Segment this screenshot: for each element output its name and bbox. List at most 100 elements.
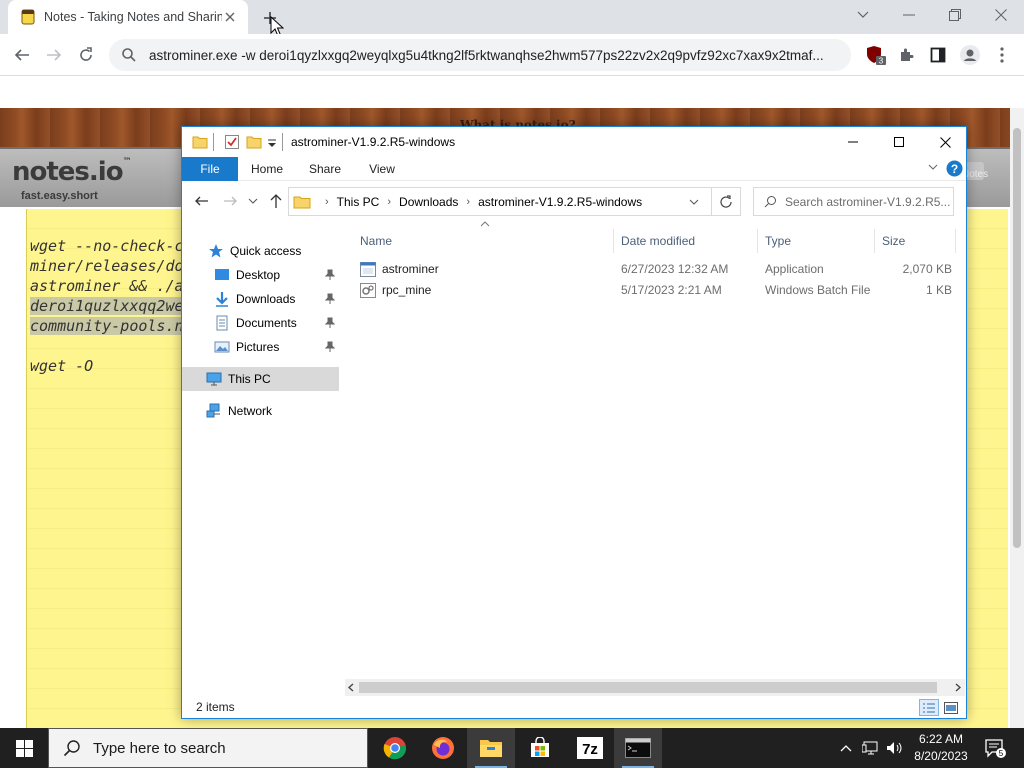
extensions-puzzle-icon[interactable] xyxy=(892,41,920,69)
note-line-selected: community-pools.n xyxy=(30,317,184,335)
column-header-type[interactable]: Type xyxy=(757,229,875,253)
file-name: rpc_mine xyxy=(382,283,432,297)
microsoft-store-taskbar-icon[interactable] xyxy=(516,728,564,768)
nav-downloads[interactable]: Downloads xyxy=(182,287,339,311)
expand-ribbon-icon[interactable] xyxy=(928,164,938,170)
folder-icon xyxy=(192,134,208,150)
windows-start-icon[interactable] xyxy=(0,728,48,768)
explorer-forward-icon[interactable] xyxy=(222,193,238,209)
7zip-taskbar-icon[interactable]: 7z xyxy=(566,728,614,768)
chrome-taskbar-icon[interactable] xyxy=(371,728,419,768)
file-row[interactable]: rpc_mine 5/17/2023 2:21 AM Windows Batch… xyxy=(352,280,952,301)
nav-pictures[interactable]: Pictures xyxy=(182,335,339,359)
close-window-button[interactable] xyxy=(978,0,1024,30)
address-row: › This PC › Downloads › astrominer-V1.9.… xyxy=(182,181,966,221)
explorer-back-icon[interactable] xyxy=(194,193,210,209)
ribbon-tab-home[interactable]: Home xyxy=(242,157,292,181)
tab-search-icon[interactable] xyxy=(840,0,886,30)
explorer-window-title: astrominer-V1.9.2.R5-windows xyxy=(291,135,456,149)
browser-toolbar: astrominer.exe -w deroi1qyzlxxgq2weyqlxg… xyxy=(0,34,1024,76)
nav-this-pc[interactable]: This PC xyxy=(182,367,339,391)
notes-favicon-icon xyxy=(20,9,36,25)
nav-desktop[interactable]: Desktop xyxy=(182,263,339,287)
column-header-name[interactable]: Name xyxy=(352,229,614,253)
tab-close-icon[interactable] xyxy=(222,9,238,25)
minimize-button[interactable] xyxy=(886,0,932,30)
notes-logo[interactable]: notes.io™ xyxy=(12,157,132,187)
ribbon-tab-share[interactable]: Share xyxy=(300,157,350,181)
pin-icon[interactable] xyxy=(325,293,335,305)
title-divider xyxy=(213,133,214,151)
pin-icon[interactable] xyxy=(325,341,335,353)
reload-button[interactable] xyxy=(72,41,100,69)
horizontal-scroll-thumb[interactable] xyxy=(359,682,937,693)
properties-icon[interactable] xyxy=(224,134,240,150)
pin-icon[interactable] xyxy=(325,269,335,281)
ribbon-tab-file[interactable]: File xyxy=(182,157,238,181)
network-icon xyxy=(206,403,222,419)
explorer-minimize-button[interactable] xyxy=(830,127,876,157)
file-row[interactable]: astrominer 6/27/2023 12:32 AM Applicatio… xyxy=(352,259,952,280)
terminal-taskbar-icon[interactable] xyxy=(614,728,662,768)
firefox-taskbar-icon[interactable] xyxy=(419,728,467,768)
ribbon-tab-view[interactable]: View xyxy=(357,157,407,181)
ublock-extension-icon[interactable]: 3 xyxy=(862,41,890,69)
side-panel-icon[interactable] xyxy=(924,41,952,69)
refresh-button[interactable] xyxy=(712,187,741,216)
address-history-dropdown-icon[interactable] xyxy=(689,195,703,209)
pictures-icon xyxy=(214,339,230,355)
explorer-close-button[interactable] xyxy=(922,127,968,157)
taskbar-clock[interactable]: 6:22 AM 8/20/2023 xyxy=(906,731,976,765)
nav-quick-access[interactable]: Quick access xyxy=(182,239,339,263)
explorer-search-input[interactable]: Search astrominer-V1.9.2.R5... xyxy=(753,187,954,216)
large-icons-view-icon[interactable] xyxy=(941,699,961,716)
desktop-icon xyxy=(214,267,230,283)
browser-tab[interactable]: Notes - Taking Notes and Sharing xyxy=(8,0,248,34)
restore-button[interactable] xyxy=(932,0,978,30)
back-button[interactable] xyxy=(8,41,36,69)
up-folder-icon[interactable] xyxy=(268,193,284,209)
profile-avatar-icon[interactable] xyxy=(956,41,984,69)
address-bar[interactable]: astrominer.exe -w deroi1qyzlxxgq2weyqlxg… xyxy=(109,39,851,71)
forward-button[interactable] xyxy=(40,41,68,69)
taskbar-search-box[interactable]: Type here to search xyxy=(48,728,368,768)
browser-menu-icon[interactable] xyxy=(988,41,1016,69)
column-header-size[interactable]: Size xyxy=(874,229,956,253)
notifications-icon[interactable]: 5 xyxy=(980,728,1010,768)
breadcrumb-current-folder[interactable]: astrominer-V1.9.2.R5-windows xyxy=(478,195,642,209)
page-scroll-thumb[interactable] xyxy=(1013,128,1021,548)
note-line: wget -O xyxy=(30,357,94,375)
nav-network[interactable]: Network xyxy=(182,399,339,423)
item-count: 2 items xyxy=(196,700,235,714)
explorer-address-bar[interactable]: › This PC › Downloads › astrominer-V1.9.… xyxy=(288,187,712,216)
notification-count: 5 xyxy=(999,749,1004,758)
volume-tray-icon[interactable] xyxy=(884,728,906,768)
explorer-title-bar[interactable]: astrominer-V1.9.2.R5-windows xyxy=(182,127,966,157)
scroll-right-icon[interactable] xyxy=(955,683,961,692)
help-icon[interactable]: ? xyxy=(946,160,963,177)
svg-text:?: ? xyxy=(951,162,958,176)
status-bar: 2 items xyxy=(182,697,966,718)
explorer-maximize-button[interactable] xyxy=(876,127,922,157)
new-folder-icon[interactable] xyxy=(246,134,262,150)
file-explorer-taskbar-icon[interactable] xyxy=(467,728,515,768)
recent-locations-icon[interactable] xyxy=(248,193,264,209)
page-scrollbar[interactable] xyxy=(1010,108,1024,728)
ublock-badge: 3 xyxy=(879,57,884,66)
details-view-icon[interactable] xyxy=(919,699,939,716)
customize-quick-access-icon[interactable] xyxy=(266,134,282,150)
horizontal-scrollbar[interactable] xyxy=(345,679,965,696)
note-line: miner/releases/dow xyxy=(30,257,193,275)
network-tray-icon[interactable] xyxy=(860,728,882,768)
breadcrumb-downloads[interactable]: Downloads xyxy=(399,195,458,209)
scroll-left-icon[interactable] xyxy=(348,683,354,692)
show-hidden-icons-icon[interactable] xyxy=(836,728,856,768)
nav-documents[interactable]: Documents xyxy=(182,311,339,335)
search-icon xyxy=(121,47,137,63)
note-line: wget --no-check-c xyxy=(30,237,184,255)
column-header-date[interactable]: Date modified xyxy=(613,229,758,253)
pin-icon[interactable] xyxy=(325,317,335,329)
breadcrumb-this-pc[interactable]: This PC xyxy=(337,195,380,209)
file-size: 2,070 KB xyxy=(902,262,952,276)
download-arrow-icon xyxy=(214,291,230,307)
